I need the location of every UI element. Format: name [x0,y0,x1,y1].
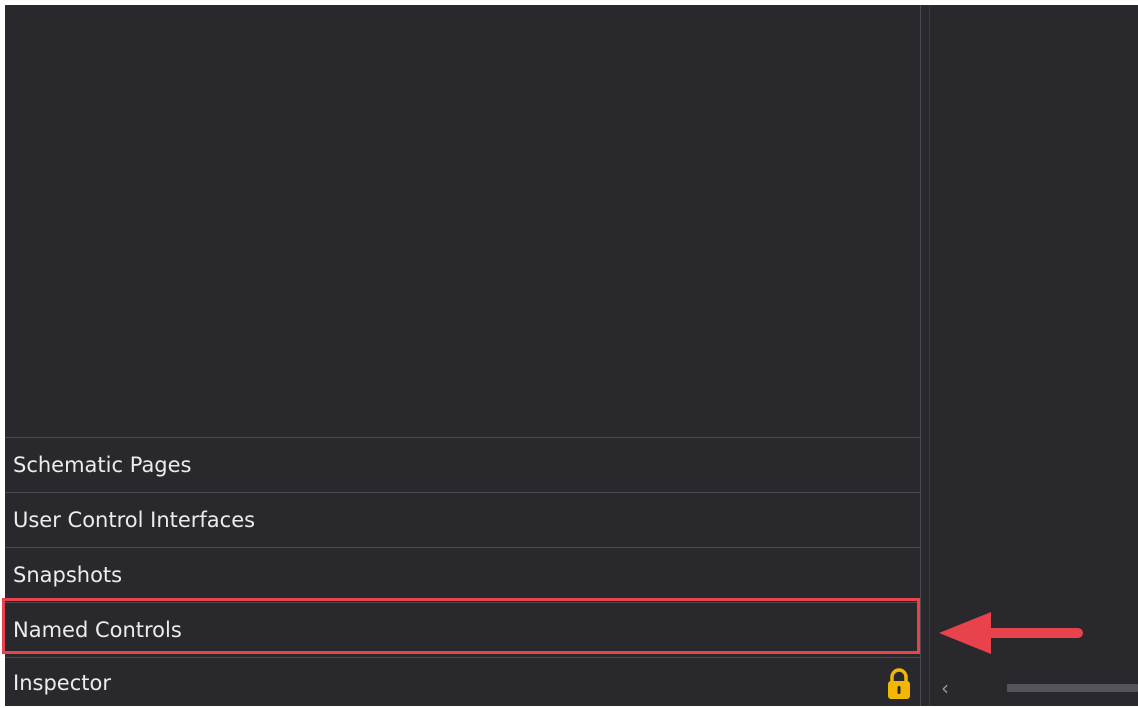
panel-item-schematic-pages[interactable]: Schematic Pages [5,437,920,491]
panel-item-label: Inspector [13,671,111,695]
panel-item-label: Snapshots [13,563,123,587]
horizontal-scrollbar-thumb[interactable] [1007,684,1138,692]
panel-item-label: Schematic Pages [13,453,192,477]
panel-item-named-controls[interactable]: Named Controls [5,602,920,656]
panel-item-inspector[interactable]: Inspector [5,657,920,707]
panel-item-label: User Control Interfaces [13,508,256,532]
panel-item-user-control-interfaces[interactable]: User Control Interfaces [5,492,920,546]
lock-icon[interactable] [886,668,912,700]
app-frame: Schematic Pages User Control Interfaces … [5,5,1138,706]
right-panel [930,5,1138,706]
panel-item-label: Named Controls [13,618,182,642]
panel-item-snapshots[interactable]: Snapshots [5,547,920,601]
left-panel: Schematic Pages User Control Interfaces … [5,5,920,706]
arrow-left-icon [939,612,1083,654]
chevron-left-icon[interactable]: ‹ [937,676,953,700]
panel-content-area [5,5,920,437]
panel-splitter[interactable] [920,5,930,706]
